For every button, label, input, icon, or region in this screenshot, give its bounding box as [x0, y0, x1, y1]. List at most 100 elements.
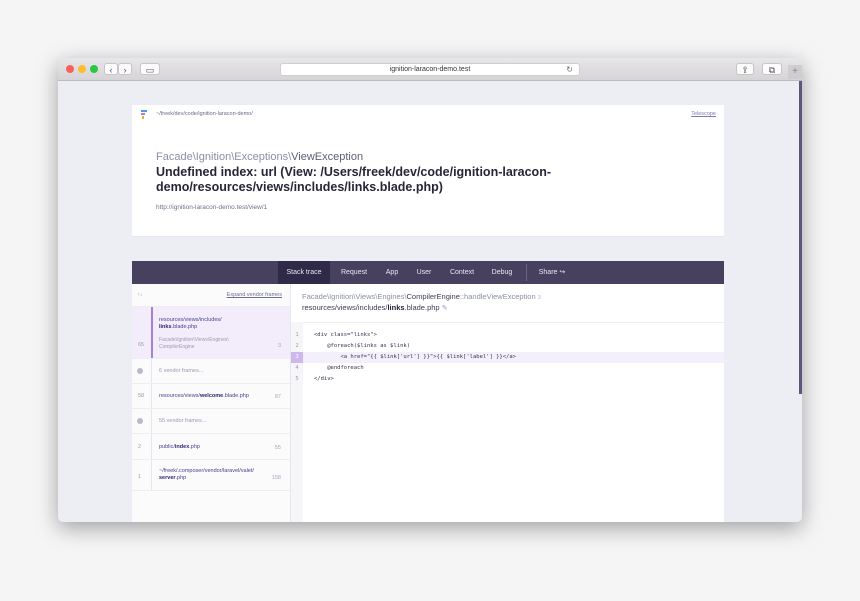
frame-line: 3: [277, 343, 281, 349]
forward-icon: ›: [123, 65, 127, 75]
exception-class-name: ViewException: [291, 151, 364, 163]
frame-marker: [151, 434, 152, 459]
exception-message: Undefined index: url (View: /Users/freek…: [156, 165, 551, 194]
share-arrow-icon: ↪: [559, 269, 566, 276]
back-button[interactable]: ‹: [104, 63, 118, 75]
code-file-ext: .blade.php: [404, 303, 440, 312]
code-line: 2 @foreach($links as $link): [291, 341, 724, 352]
frame-file-name: links: [159, 324, 172, 330]
frame-item-selected[interactable]: 65 resources/views/includes/links.blade.…: [132, 307, 290, 359]
code-class-namespace: Facade\Ignition\Views\Engines\: [302, 292, 407, 301]
zoom-window-button[interactable]: [90, 65, 98, 73]
frame-item[interactable]: 1 ~/freek/.composer/vendor/laravel/valet…: [132, 460, 290, 491]
frame-file: public/index.php: [159, 444, 269, 451]
tab-app[interactable]: App: [380, 261, 404, 284]
frame-file-ext: .blade.php: [223, 393, 249, 399]
frame-item[interactable]: 2 public/index.php 55: [132, 434, 290, 460]
address-bar-url: ignition-laracon-demo.test: [389, 66, 471, 73]
forward-button[interactable]: ›: [118, 63, 132, 75]
frame-file-path: resources/views/: [159, 393, 200, 399]
close-window-button[interactable]: [66, 65, 74, 73]
frame-number: 65: [138, 342, 145, 348]
exception-class: Facade\Ignition\Exceptions\ViewException: [156, 151, 363, 163]
code-line-highlighted: 3 <a href="{{ $link['url'] }}">{{ $link[…: [291, 352, 724, 363]
frame-item[interactable]: 58 resources/views/welcome.blade.php 87: [132, 384, 290, 409]
vendor-frames-label: 55 vendor frames...: [159, 418, 207, 424]
sidebar-toggle-button[interactable]: ▭: [140, 63, 160, 75]
frame-number: 1: [138, 474, 142, 480]
frame-file-path: ~/freek/.composer/vendor/laravel/valet/: [159, 468, 254, 474]
frame-marker: [151, 359, 152, 383]
frame-file-name: server: [159, 475, 176, 481]
frame-class-namespace: Facade\Ignition\Views\Engines\: [159, 337, 229, 343]
frame-file: resources/views/welcome.blade.php: [159, 393, 269, 400]
frame-line: 158: [271, 475, 281, 481]
frame-file: ~/freek/.composer/vendor/laravel/valet/s…: [159, 468, 269, 482]
frame-file-ext: .blade.php: [171, 324, 198, 330]
code-file-path: resources/views/includes/: [302, 303, 388, 312]
code-method-line: 3: [537, 295, 541, 301]
frame-number: 58: [138, 393, 145, 399]
code-line: 4 @endforeach: [291, 363, 724, 374]
page-scrollbar[interactable]: [799, 81, 802, 394]
ignition-logo-icon: [141, 110, 147, 119]
vendor-frames-icon: [137, 418, 143, 424]
frame-file-path: public/: [159, 444, 175, 450]
minimize-window-button[interactable]: [78, 65, 86, 73]
tab-stack-trace[interactable]: Stack trace: [278, 261, 330, 284]
code-line-number: 3: [291, 352, 303, 363]
stack-trace-panel: ↑↓ Expand vendor frames 65 resources/vie…: [132, 284, 724, 522]
frames-header: ↑↓ Expand vendor frames: [132, 284, 290, 307]
telescope-link[interactable]: Telescope: [691, 111, 716, 117]
frame-line: 87: [274, 394, 281, 400]
code-header: Facade\Ignition\Views\Engines\CompilerEn…: [291, 284, 724, 323]
frame-file: resources/views/includes/links.blade.php: [159, 317, 269, 331]
tab-navigation: Stack trace Request App User Context Deb…: [132, 261, 724, 284]
sort-icon[interactable]: ↑↓: [137, 292, 143, 298]
browser-toolbar: ‹ › ▭ ignition-laracon-demo.test ↻ ⇪ ⧉ +: [58, 58, 802, 81]
sidebar-icon: ▭: [145, 65, 155, 75]
frame-file-ext: .php: [175, 475, 187, 481]
frame-line: 55: [274, 445, 281, 451]
share-icon: ⇪: [741, 65, 749, 75]
frame-marker: [151, 384, 152, 408]
share-label: Share: [538, 269, 558, 276]
frame-file-path: resources/views/includes/: [159, 317, 222, 323]
share-page-button[interactable]: ⇪: [736, 63, 754, 75]
tab-overview-button[interactable]: ⧉: [762, 63, 782, 75]
expand-vendor-frames-link[interactable]: Expand vendor frames: [227, 292, 282, 298]
vendor-frames-group[interactable]: 6 vendor frames...: [132, 359, 290, 384]
code-line-text: <div class="links">: [314, 332, 377, 338]
tab-debug[interactable]: Debug: [486, 261, 518, 284]
code-line-number: 4: [295, 365, 299, 371]
frame-marker: [151, 460, 152, 490]
tabs-icon: ⧉: [768, 65, 776, 75]
code-line-text: @endforeach: [314, 365, 364, 371]
code-line-number: 5: [295, 376, 299, 382]
edit-pencil-icon[interactable]: ✎: [442, 305, 448, 312]
code-method: ::handleViewException: [459, 292, 536, 301]
request-url: http://ignition-laracon-demo.test/view/1: [156, 204, 268, 211]
new-tab-button[interactable]: +: [788, 65, 802, 79]
tab-user[interactable]: User: [412, 261, 436, 284]
tab-context[interactable]: Context: [444, 261, 480, 284]
vendor-frames-label: 6 vendor frames...: [159, 368, 204, 374]
frame-file-name: welcome: [199, 393, 224, 399]
address-bar[interactable]: ignition-laracon-demo.test ↻: [280, 63, 580, 76]
code-class-method: Facade\Ignition\Views\Engines\CompilerEn…: [302, 292, 541, 301]
code-file-name: links: [387, 303, 405, 312]
frame-number: 2: [138, 444, 142, 450]
reload-icon[interactable]: ↻: [566, 64, 573, 75]
plus-icon: +: [792, 66, 798, 77]
frame-marker: [151, 307, 153, 358]
vendor-frames-group[interactable]: 55 vendor frames...: [132, 409, 290, 434]
back-icon: ‹: [109, 65, 113, 75]
frame-class-method: CompilerEngine: [159, 343, 195, 350]
share-button[interactable]: Share ↪: [532, 261, 572, 284]
code-file: resources/views/includes/links.blade.php…: [302, 303, 448, 312]
code-line: 1 <div class="links">: [291, 330, 724, 341]
code-line-number: 1: [295, 332, 299, 338]
frame-marker: [151, 409, 152, 433]
frame-file-name: index: [174, 444, 190, 450]
tab-request[interactable]: Request: [336, 261, 372, 284]
